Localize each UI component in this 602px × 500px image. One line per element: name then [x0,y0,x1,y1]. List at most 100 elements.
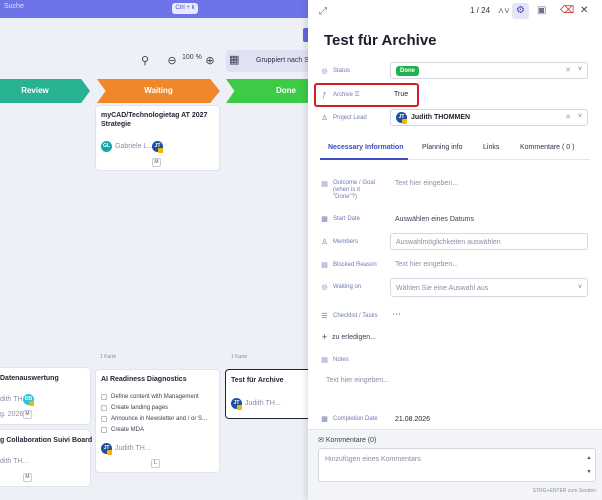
size-tag: M [23,473,32,482]
close-icon[interactable]: ✕ [580,5,588,17]
lead-name: Judith THOMMEN [411,114,471,121]
field-label: Project Lead [333,115,367,121]
trash-icon[interactable]: ⌫ [560,5,574,17]
chevron-down-icon[interactable]: ˅ [504,6,510,18]
notes-input[interactable]: Text hier eingeben... [326,377,389,384]
card-count: 1 Karte [100,354,117,360]
expand-icon[interactable]: ⤢ [319,6,327,18]
page-title: Test für Archive [324,32,437,49]
field-label: Status [333,68,351,74]
card-title: AI Readiness Diagnostics [101,376,187,383]
gear-icon[interactable]: ⚙ [512,3,529,19]
waiting-placeholder: Wählen Sie eine Auswahl aus [396,285,489,292]
users-icon: ♙ [321,239,328,246]
status-icon: ◎ [321,284,328,291]
comments-header: ✉ Kommentare (0) [318,436,376,444]
field-label: Blocked Reason [333,262,377,268]
card-collaboration[interactable]: g Collaboration Suivi Board dith TH... M [0,430,92,486]
comments-section: ✉ Kommentare (0) Hinzufügen eines Kommen… [308,429,602,500]
chevron-down-icon[interactable]: ˅ [578,66,582,73]
text-icon: ▤ [321,357,328,364]
comment-input[interactable]: Hinzufügen eines Kommentars ▲ ▼ [318,448,596,482]
plus-icon[interactable]: + [320,333,329,342]
card-count: 1 Karte [231,354,248,360]
checkbox[interactable] [101,415,107,422]
assignee-name: Gabriele L... [115,143,154,150]
badge-icon [29,401,34,406]
arrow-up-icon: ▲ [586,455,592,461]
zoom-level: 100 % [182,54,202,61]
tab-necessary-information[interactable]: Necessary Information [328,144,403,151]
active-tab-indicator [320,158,408,160]
status-badge: Done [396,66,419,76]
stage-waiting[interactable]: Waiting [97,79,220,103]
card-title: Test für Archive [231,377,284,384]
tab-links[interactable]: Links [483,144,499,151]
kanban-board: Suche Ctrl + k ⚲ ⊖ 100 % ⊕ Gruppiert nac… [0,0,312,500]
checklist-item[interactable]: Create landing pages [101,402,207,413]
search-icon[interactable]: ⚲ [138,54,152,68]
clear-icon[interactable]: ✕ [565,113,571,121]
detail-panel: ⤢ 1 / 24 ˄ ˅ ⚙ ▣ ⌫ ✕ Test für Archive ◎ … [308,0,602,500]
project-lead-select[interactable]: JT Judith THOMMEN ✕ ˅ [390,109,588,126]
add-todo-link[interactable]: zu erledigen... [332,334,376,341]
checklist-text: Create landing pages [111,404,169,411]
tab-kommentare[interactable]: Kommentare ( 0 ) [520,144,574,151]
shortcut-badge: Ctrl + k [172,3,198,14]
checklist-text: Define content with Management [111,393,199,400]
chevron-up-icon[interactable]: ˄ [498,6,504,18]
top-search-bar[interactable]: Suche Ctrl + k [0,0,312,18]
blocked-reason-input[interactable]: Text hier eingeben... [395,261,458,268]
completion-date-value[interactable]: 21.08.2026 [395,416,430,423]
start-date-input[interactable]: Auswählen eines Datums [395,216,474,223]
avatar: GL [101,141,112,152]
badge-icon [107,450,112,455]
grid-icon: ▦ [229,54,240,66]
card-test-archive[interactable]: Test für Archive JT Judith TH... [226,370,312,418]
card-ai-readiness[interactable]: AI Readiness Diagnostics Define content … [96,370,219,472]
checkbox[interactable] [101,404,107,411]
more-icon[interactable]: ⋯ [392,309,401,320]
chevron-down-icon[interactable]: ˅ [578,113,582,120]
search-placeholder: Suche [4,3,24,10]
field-label: Notes [333,357,349,363]
field-label: Checklist / Tasks [333,313,378,319]
assignee-name: dith TH... [0,458,29,465]
stage-done[interactable]: Done [226,79,312,103]
assignee-name: Judith TH... [245,400,281,407]
status-select[interactable]: Done ✕ ˅ [390,62,588,79]
members-select[interactable]: Auswahlmöglichkeiten auswählen [390,233,588,250]
checklist-item[interactable]: Create MDA [101,424,207,435]
user-icon: ♙ [321,115,328,122]
resize-handle[interactable]: ▲ ▼ [586,451,592,479]
checkbox[interactable] [101,426,107,433]
chevron-down-icon[interactable]: ˅ [578,284,582,291]
clear-icon[interactable]: ✕ [565,66,571,74]
card-mycad[interactable]: myCAD/Technologietag AT 2027 Strategie G… [96,106,219,170]
waiting-on-select[interactable]: Wählen Sie eine Auswahl aus ˅ [390,278,588,297]
stage-review[interactable]: Review [0,79,90,103]
card-datenauswertung[interactable]: Datenauswertung dith TH... DB g. 2026 M [0,368,90,424]
card-title: Datenauswertung [0,375,59,382]
outcome-input[interactable]: Text hier eingeben... [395,180,458,187]
zoom-out-icon[interactable]: ⊖ [165,54,179,68]
monitor-icon[interactable]: ▣ [537,5,546,17]
members-placeholder: Auswahlmöglichkeiten auswählen [396,239,501,246]
field-project-lead: ♙ Project Lead JT Judith THOMMEN ✕ ˅ [320,109,590,129]
badge-icon [237,405,242,410]
checklist-text: Create MDA [111,426,145,433]
size-tag: M [23,410,32,419]
checklist-item[interactable]: Define content with Management [101,391,207,402]
tab-planning-info[interactable]: Planning info [422,144,462,151]
zoom-in-icon[interactable]: ⊕ [203,54,217,68]
checkbox[interactable] [101,393,107,400]
text-icon: ▤ [321,181,328,188]
checklist-item[interactable]: Announce in Newsletter and / or S... [101,413,207,424]
text-icon: ▤ [321,262,328,269]
card-title: myCAD/Technologietag AT 2027 Strategie [101,112,208,128]
comment-icon: ✉ [318,437,324,444]
board-toolbar: ⚲ ⊖ 100 % ⊕ Gruppiert nach Status ▦ [0,50,312,72]
checklist-icon: ☰ [321,313,328,320]
size-tag: L [151,459,160,468]
archive-highlight-box [314,83,419,107]
